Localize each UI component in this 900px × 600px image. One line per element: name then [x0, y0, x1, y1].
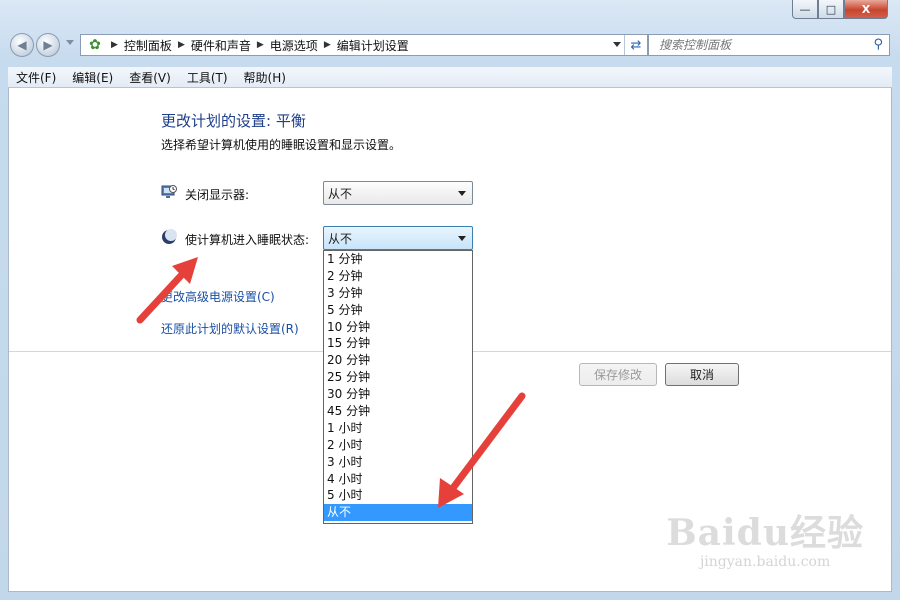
window-frame: — □ X ◀ ▶ ✿ ▶ 控制面板 ▶ 硬件和声音 ▶ 电源选项 ▶ 编辑计划…	[0, 0, 900, 600]
save-button[interactable]: 保存修改	[579, 363, 657, 386]
sleep-option[interactable]: 10 分钟	[324, 319, 472, 336]
menu-tools[interactable]: 工具(T)	[179, 69, 236, 86]
watermark-logo: Baidu经验	[666, 512, 864, 554]
sleep-option[interactable]: 20 分钟	[324, 352, 472, 369]
control-panel-icon: ✿	[89, 37, 101, 53]
menu-edit[interactable]: 编辑(E)	[64, 69, 121, 86]
sleep-option[interactable]: 2 分钟	[324, 268, 472, 285]
page-title: 更改计划的设置: 平衡	[161, 112, 306, 130]
chevron-down-icon	[458, 236, 466, 241]
sleep-option[interactable]: 30 分钟	[324, 386, 472, 403]
address-bar[interactable]: ✿ ▶ 控制面板 ▶ 硬件和声音 ▶ 电源选项 ▶ 编辑计划设置 ⇄	[80, 34, 648, 56]
sleep-option[interactable]: 5 分钟	[324, 302, 472, 319]
breadcrumb-control-panel[interactable]: 控制面板	[124, 37, 172, 54]
moon-icon	[162, 229, 177, 244]
sleep-dropdown-list: 1 分钟 2 分钟 3 分钟 5 分钟 10 分钟 15 分钟 20 分钟 25…	[323, 250, 473, 524]
advanced-power-settings-link[interactable]: 更改高级电源设置(C)	[161, 288, 275, 305]
caption-buttons: — □ X	[792, 0, 888, 19]
sleep-option[interactable]: 25 分钟	[324, 369, 472, 386]
menu-help[interactable]: 帮助(H)	[236, 69, 294, 86]
baidu-watermark: Baidu经验 jingyan.baidu.com	[666, 504, 864, 570]
sleep-option[interactable]: 45 分钟	[324, 403, 472, 420]
display-off-label: 关闭显示器:	[185, 188, 250, 202]
close-button[interactable]: X	[844, 0, 888, 19]
restore-defaults-link[interactable]: 还原此计划的默认设置(R)	[161, 320, 299, 337]
refresh-icon: ⇄	[630, 37, 642, 53]
menu-file[interactable]: 文件(F)	[8, 69, 64, 86]
sleep-option[interactable]: 3 分钟	[324, 285, 472, 302]
minimize-button[interactable]: —	[792, 0, 818, 19]
watermark-url: jingyan.baidu.com	[699, 554, 831, 570]
chevron-down-icon	[458, 191, 466, 196]
sleep-value: 从不	[328, 231, 353, 246]
breadcrumb: ▶ 控制面板 ▶ 硬件和声音 ▶ 电源选项 ▶ 编辑计划设置	[105, 37, 409, 54]
chevron-right-icon[interactable]: ▶	[178, 40, 185, 50]
chevron-right-icon[interactable]: ▶	[257, 40, 264, 50]
back-button[interactable]: ◀	[10, 33, 34, 57]
breadcrumb-power-options[interactable]: 电源选项	[270, 37, 318, 54]
breadcrumb-hardware-sound[interactable]: 硬件和声音	[191, 37, 251, 54]
menu-view[interactable]: 查看(V)	[121, 69, 179, 86]
sleep-option[interactable]: 3 小时	[324, 454, 472, 471]
sleep-option[interactable]: 1 分钟	[324, 251, 472, 268]
sleep-option[interactable]: 2 小时	[324, 437, 472, 454]
address-dropdown-icon[interactable]	[613, 42, 621, 47]
chevron-right-icon[interactable]: ▶	[324, 40, 331, 50]
forward-arrow-icon: ▶	[43, 38, 53, 52]
chevron-right-icon[interactable]: ▶	[111, 40, 118, 50]
monitor-icon	[161, 185, 177, 198]
recent-pages-dropdown[interactable]	[66, 40, 74, 45]
maximize-button[interactable]: □	[818, 0, 844, 19]
page-subtitle: 选择希望计算机使用的睡眠设置和显示设置。	[161, 138, 402, 152]
forward-button[interactable]: ▶	[36, 33, 60, 57]
search-box[interactable]: ⚲	[648, 34, 890, 56]
sleep-option[interactable]: 从不	[324, 504, 472, 522]
breadcrumb-edit-plan[interactable]: 编辑计划设置	[337, 37, 409, 54]
sleep-select[interactable]: 从不	[323, 226, 473, 250]
navigation-bar: ◀ ▶ ✿ ▶ 控制面板 ▶ 硬件和声音 ▶ 电源选项 ▶ 编辑计划设置 ⇄ 搜…	[8, 32, 890, 60]
back-arrow-icon: ◀	[17, 38, 27, 52]
sleep-option[interactable]: 15 分钟	[324, 335, 472, 352]
search-input[interactable]	[657, 37, 871, 53]
cancel-button[interactable]: 取消	[665, 363, 739, 386]
sleep-option[interactable]: 1 小时	[324, 420, 472, 437]
refresh-button[interactable]: ⇄	[624, 35, 647, 55]
search-icon[interactable]: ⚲	[873, 37, 883, 52]
sleep-label: 使计算机进入睡眠状态:	[185, 233, 310, 247]
sleep-option[interactable]: 4 小时	[324, 471, 472, 488]
display-off-select[interactable]: 从不	[323, 181, 473, 205]
display-off-value: 从不	[328, 186, 353, 201]
menu-bar: 文件(F) 编辑(E) 查看(V) 工具(T) 帮助(H)	[8, 67, 892, 88]
sleep-option[interactable]: 5 小时	[324, 487, 472, 504]
